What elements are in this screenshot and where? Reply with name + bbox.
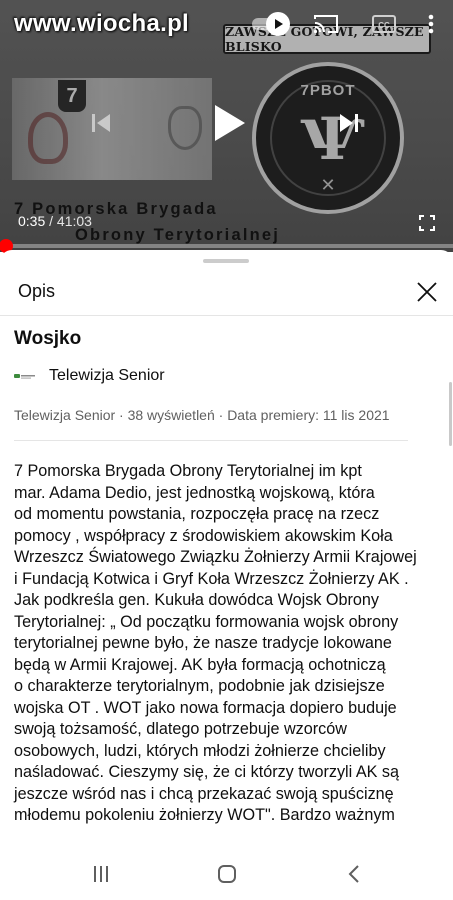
description-line: Terytorialnej: „ Od początku formowania … bbox=[14, 612, 399, 631]
description-line: młodemu pokoleniu żołnierzy WOT". Bardzo… bbox=[14, 806, 395, 824]
home-button[interactable] bbox=[215, 862, 239, 886]
description-line: od momentu powstania, rozpoczęła pracę n… bbox=[14, 505, 380, 523]
description-line: Jak podkreśla gen. Kukuła dowódca Wojsk … bbox=[14, 591, 380, 609]
recent-apps-icon bbox=[94, 866, 108, 882]
play-button[interactable] bbox=[208, 102, 250, 144]
captions-button[interactable]: CC bbox=[372, 13, 396, 35]
channel-logo-icon bbox=[14, 374, 35, 379]
description-line: wojska OT . WOT jako nowa formacja dopie… bbox=[14, 698, 397, 717]
cast-button[interactable] bbox=[313, 12, 339, 36]
description-panel: Opis Wosjko Telewizja Senior Telewizja S… bbox=[0, 250, 453, 858]
description-line: osobowych, ludzi, których młodzi żołnier… bbox=[14, 741, 386, 760]
panel-title: Opis bbox=[18, 281, 56, 301]
svg-text:CC: CC bbox=[378, 21, 390, 30]
fullscreen-button[interactable] bbox=[416, 212, 438, 234]
channel-avatar[interactable] bbox=[14, 369, 36, 383]
autoplay-toggle[interactable] bbox=[250, 12, 294, 36]
scrollbar[interactable] bbox=[449, 382, 452, 446]
progress-scrubber-layer bbox=[0, 239, 453, 253]
description-line: swoją tożsamość, dlatego potrzebuje wzor… bbox=[14, 720, 347, 738]
back-button[interactable] bbox=[342, 862, 366, 886]
description-line: będą w Armii Krajowej. AK była formacją … bbox=[14, 655, 386, 674]
description-line: terytorialnej pewne było, że nasze trady… bbox=[14, 634, 392, 652]
fullscreen-icon bbox=[419, 215, 435, 231]
back-icon bbox=[348, 865, 359, 883]
current-time: 0:35 bbox=[18, 213, 46, 229]
channel-name[interactable]: Telewizja Senior bbox=[49, 367, 165, 385]
play-icon bbox=[215, 105, 245, 141]
autoplay-knob bbox=[266, 12, 290, 36]
duration: 41:03 bbox=[56, 213, 92, 229]
description-line: 7 Pomorska Brygada Obrony Terytorialnej … bbox=[14, 462, 362, 480]
panel-header: Opis bbox=[0, 268, 453, 316]
description-line: pomocy , współpracy z środowiskiem akows… bbox=[14, 526, 393, 545]
next-icon bbox=[340, 114, 358, 132]
more-options-button[interactable] bbox=[422, 12, 440, 36]
watermark: www.wiocha.pl bbox=[14, 10, 190, 37]
divider bbox=[14, 440, 408, 441]
close-icon bbox=[417, 282, 437, 302]
cast-icon bbox=[313, 15, 338, 34]
time-separator: / bbox=[45, 213, 57, 229]
home-icon bbox=[218, 865, 236, 883]
description-line: o charakterze terytorialnym, podobnie ja… bbox=[14, 677, 385, 695]
video-meta: Telewizja Senior · 38 wyświetleń · Data … bbox=[14, 407, 390, 423]
closed-captions-icon: CC bbox=[372, 15, 396, 33]
description-line: naśladować. Cieszymy się, że ci którzy t… bbox=[14, 763, 400, 781]
recent-apps-button[interactable] bbox=[89, 862, 113, 886]
description-line: Wrzeszcz Światowego Związku Żołnierzy Ar… bbox=[14, 548, 417, 566]
video-title: Wosjko bbox=[14, 328, 82, 349]
channel-row[interactable]: Telewizja Senior bbox=[14, 364, 165, 388]
time-display: 0:35 / 41:03 bbox=[18, 213, 92, 229]
system-nav-bar bbox=[0, 848, 453, 900]
drag-handle[interactable] bbox=[203, 259, 249, 263]
more-vert-icon bbox=[428, 14, 434, 34]
previous-icon bbox=[92, 114, 110, 132]
video-description: 7 Pomorska Brygada Obrony Terytorialnej … bbox=[14, 461, 446, 827]
play-small-icon bbox=[275, 19, 283, 29]
description-line: jeszcze wśród nas i chcą przekazać swoją… bbox=[14, 784, 394, 803]
description-line: i Fundacją Kotwica i Gryf Koła Wrzeszcz … bbox=[14, 569, 409, 588]
description-line: mar. Adama Dedio, jest jednostką wojskow… bbox=[14, 483, 375, 502]
next-button[interactable] bbox=[334, 108, 364, 138]
close-button[interactable] bbox=[413, 278, 441, 306]
previous-button[interactable] bbox=[86, 108, 116, 138]
